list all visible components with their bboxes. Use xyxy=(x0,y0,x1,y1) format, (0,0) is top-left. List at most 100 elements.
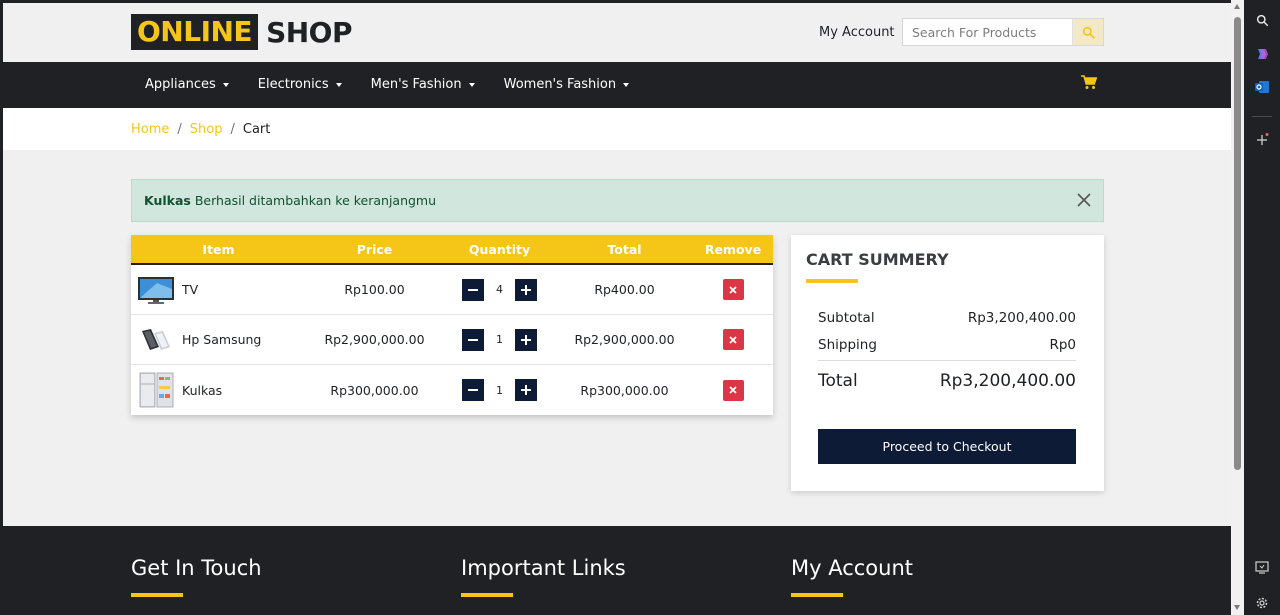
product-name[interactable]: Kulkas xyxy=(182,383,222,398)
minus-icon xyxy=(468,338,478,341)
sidebar-screenshot-button[interactable] xyxy=(1253,558,1271,576)
sidebar-copilot-button[interactable] xyxy=(1253,45,1271,63)
nav-appliances[interactable]: Appliances xyxy=(145,77,229,92)
close-icon xyxy=(729,335,737,344)
footer-my-account: My Account xyxy=(791,556,913,597)
footer-underline xyxy=(131,593,183,597)
decrease-button[interactable] xyxy=(462,278,484,301)
search-input[interactable] xyxy=(903,19,1072,45)
tv-icon xyxy=(137,273,175,307)
header-remove: Remove xyxy=(704,241,762,257)
shipping-label: Shipping xyxy=(818,337,877,353)
divider xyxy=(818,360,1076,361)
sidebar-outlook-button[interactable] xyxy=(1253,78,1271,96)
nav-label: Electronics xyxy=(257,77,329,92)
logo[interactable]: ONLINE SHOP xyxy=(131,14,352,50)
minus-icon xyxy=(468,389,478,391)
breadcrumb-current: Cart xyxy=(242,122,271,137)
product-price: Rp300,000.00 xyxy=(330,382,419,398)
quantity-value[interactable]: 1 xyxy=(484,333,515,346)
logo-part2: SHOP xyxy=(266,15,352,49)
nav-label: Men's Fashion xyxy=(370,77,462,92)
increase-button[interactable] xyxy=(515,379,537,401)
header-total: Total xyxy=(607,241,642,257)
breadcrumb-separator: / xyxy=(177,122,182,137)
table-row: Hp Samsung Rp2,900,000.00 1 Rp2,900,000.… xyxy=(131,315,773,365)
total-label: Total xyxy=(818,371,858,391)
product-name[interactable]: Hp Samsung xyxy=(182,332,261,347)
quantity-value[interactable]: 1 xyxy=(484,384,515,397)
nav-electronics[interactable]: Electronics xyxy=(258,77,342,92)
success-alert: Kulkas Berhasil ditambahkan ke keranjang… xyxy=(131,179,1104,222)
product-price: Rp100.00 xyxy=(344,282,405,297)
product-name[interactable]: TV xyxy=(182,282,198,297)
search-button[interactable] xyxy=(1072,19,1103,45)
plus-icon xyxy=(521,334,531,345)
search-bar xyxy=(902,18,1104,46)
title-underline xyxy=(806,279,858,283)
search-icon xyxy=(1082,26,1095,39)
navbar: Appliances Electronics Men's Fashion Wom… xyxy=(3,62,1231,108)
quantity-value[interactable]: 4 xyxy=(484,283,515,296)
footer-heading: Get In Touch xyxy=(131,556,262,580)
remove-button[interactable] xyxy=(722,329,744,350)
product-price: Rp2,900,000.00 xyxy=(324,332,425,347)
cart-button[interactable] xyxy=(1081,75,1098,94)
sidebar-search-button[interactable] xyxy=(1253,11,1271,29)
my-account-link[interactable]: My Account xyxy=(819,25,895,40)
breadcrumb-separator: / xyxy=(230,122,235,137)
remove-button[interactable] xyxy=(722,379,744,401)
close-icon xyxy=(1077,193,1091,207)
footer-underline xyxy=(791,593,843,597)
product-total: Rp2,900,000.00 xyxy=(574,332,675,347)
header-price: Price xyxy=(356,241,393,257)
sidebar-divider xyxy=(1252,116,1272,117)
scrollbar-thumb[interactable] xyxy=(1234,17,1241,470)
increase-button[interactable] xyxy=(515,328,537,351)
footer-underline xyxy=(461,593,513,597)
phone-icon xyxy=(137,323,175,357)
scroll-up-arrow[interactable] xyxy=(1234,4,1240,9)
footer-heading: Important Links xyxy=(461,556,626,580)
page: ONLINE SHOP My Account Appliances Electr… xyxy=(3,3,1231,615)
screenshot-icon xyxy=(1255,561,1269,574)
cart-icon xyxy=(1081,75,1098,89)
scroll-down-arrow[interactable] xyxy=(1234,605,1240,610)
total-value: Rp3,200,400.00 xyxy=(939,371,1076,391)
shipping-value: Rp0 xyxy=(1049,337,1076,353)
quantity-stepper: 1 xyxy=(443,379,556,401)
nav-label: Women's Fashion xyxy=(503,77,617,92)
search-icon xyxy=(1256,14,1268,26)
close-icon xyxy=(729,386,737,394)
alert-message: Berhasil ditambahkan ke keranjangmu xyxy=(194,193,437,208)
gear-icon xyxy=(1256,597,1268,609)
increase-button[interactable] xyxy=(515,278,537,301)
alert-close-button[interactable] xyxy=(1077,193,1091,210)
browser-sidebar xyxy=(1244,0,1280,615)
decrease-button[interactable] xyxy=(462,379,484,401)
nav-label: Appliances xyxy=(145,77,216,92)
caret-down-icon xyxy=(335,82,342,87)
nav-womens-fashion[interactable]: Women's Fashion xyxy=(504,77,630,92)
subtotal-value: Rp3,200,400.00 xyxy=(967,310,1076,326)
nav-mens-fashion[interactable]: Men's Fashion xyxy=(371,77,475,92)
cart-summary: CART SUMMERY Subtotal Rp3,200,400.00 Shi… xyxy=(791,235,1104,491)
subtotal-label: Subtotal xyxy=(818,310,875,326)
plus-icon xyxy=(1257,133,1269,145)
product-total: Rp300,000.00 xyxy=(580,382,669,398)
copilot-icon xyxy=(1258,49,1268,59)
sidebar-add-button[interactable] xyxy=(1253,131,1271,149)
remove-button[interactable] xyxy=(722,279,744,300)
breadcrumb-shop[interactable]: Shop xyxy=(190,122,223,137)
decrease-button[interactable] xyxy=(462,328,484,351)
sidebar-settings-button[interactable] xyxy=(1253,594,1271,612)
table-row: TV Rp100.00 4 Rp400.00 xyxy=(131,265,773,315)
summary-title: CART SUMMERY xyxy=(806,250,949,269)
footer-get-in-touch: Get In Touch xyxy=(131,556,262,597)
table-header: Item Price Quantity Total Remove xyxy=(131,235,773,265)
minus-icon xyxy=(468,288,478,291)
caret-down-icon xyxy=(468,82,475,87)
breadcrumb-home[interactable]: Home xyxy=(131,122,169,137)
checkout-button[interactable]: Proceed to Checkout xyxy=(818,429,1076,464)
close-icon xyxy=(729,285,737,294)
